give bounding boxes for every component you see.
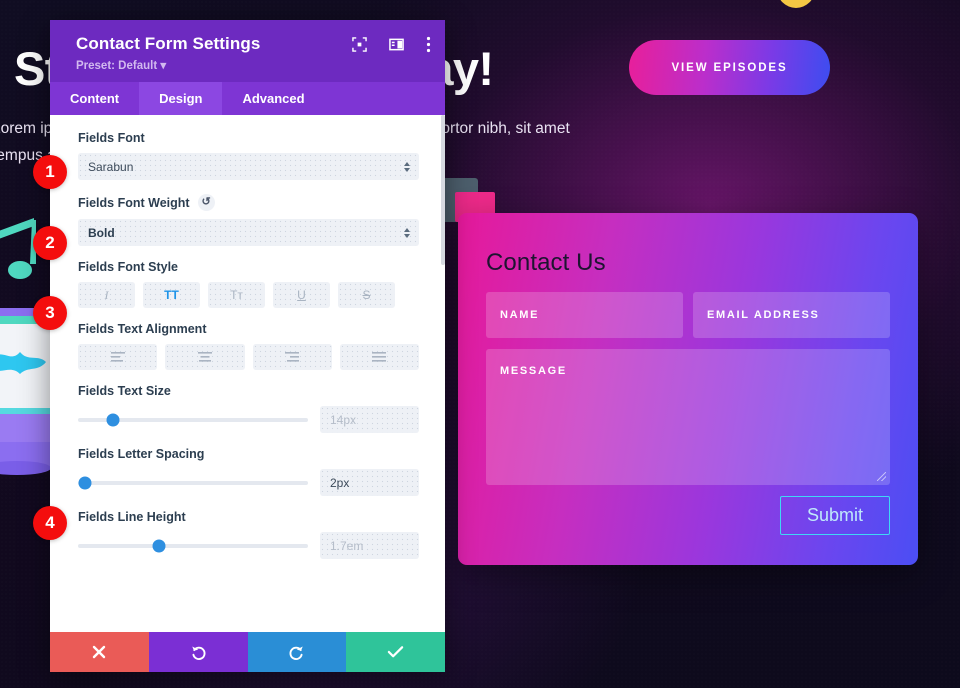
focus-icon[interactable]	[352, 37, 367, 52]
modal-preset-selector[interactable]: Preset: Default ▾	[76, 58, 429, 72]
font-style-smallcaps-button[interactable]: Tᴛ	[208, 282, 265, 308]
contact-message-placeholder: MESSAGE	[500, 365, 567, 377]
fields-font-group: Fields Font Sarabun	[78, 131, 419, 180]
fields-text-size-label: Fields Text Size	[78, 384, 171, 398]
contact-submit-button[interactable]: Submit	[779, 496, 890, 535]
undo-icon	[191, 645, 206, 660]
fields-font-select[interactable]: Sarabun	[78, 153, 419, 180]
fields-text-size-group: Fields Text Size 14px	[78, 384, 419, 433]
view-episodes-label: VIEW EPISODES	[671, 61, 788, 74]
font-style-underline-button[interactable]: U	[273, 282, 330, 308]
select-arrows-icon	[404, 227, 410, 238]
contact-card-title: Contact Us	[486, 249, 606, 276]
fields-font-weight-select[interactable]: Bold	[78, 219, 419, 246]
fields-letter-spacing-row: 2px	[78, 469, 419, 496]
align-justify-button[interactable]	[339, 344, 419, 370]
callout-badge-3: 3	[33, 296, 67, 330]
fields-letter-spacing-slider[interactable]	[78, 476, 308, 489]
slider-knob[interactable]	[78, 476, 92, 489]
fields-line-height-slider[interactable]	[78, 539, 308, 552]
align-right-icon	[285, 352, 300, 362]
fields-letter-spacing-group: Fields Letter Spacing 2px	[78, 447, 419, 496]
contact-fields-row: NAME EMAIL ADDRESS	[486, 292, 890, 338]
fields-letter-spacing-label: Fields Letter Spacing	[78, 447, 205, 461]
view-episodes-button[interactable]: VIEW EPISODES	[629, 40, 830, 95]
smallcaps-icon: Tᴛ	[230, 288, 243, 302]
fields-text-size-row: 14px	[78, 406, 419, 433]
contact-form-settings-modal: Contact Form Settings Preset: Default ▾	[50, 20, 445, 672]
contact-email-input[interactable]: EMAIL ADDRESS	[693, 292, 890, 338]
modal-header-icons	[352, 36, 431, 53]
font-style-uppercase-button[interactable]: TT	[143, 282, 200, 308]
tab-design[interactable]: Design	[139, 82, 223, 115]
contact-name-placeholder: NAME	[500, 309, 540, 321]
reset-icon[interactable]: ↺	[197, 194, 215, 211]
chevron-down-icon: ▾	[160, 60, 167, 72]
layout-panel-icon[interactable]	[389, 37, 404, 52]
fields-font-weight-label-text: Fields Font Weight	[78, 195, 190, 210]
close-icon	[93, 645, 106, 659]
callout-badge-2: 2	[33, 226, 67, 260]
modal-body: Fields Font Sarabun Fields Font Weight ↺…	[50, 115, 445, 632]
align-center-button[interactable]	[165, 344, 245, 370]
screen: Start Listening Today! Lorem ipsum dolor…	[0, 0, 960, 688]
slider-knob[interactable]	[106, 413, 119, 426]
fields-line-height-group: Fields Line Height 1.7em	[78, 510, 419, 559]
fields-font-style-label: Fields Font Style	[78, 260, 179, 274]
modal-scrollbar-thumb[interactable]	[441, 115, 445, 265]
fields-line-height-label: Fields Line Height	[78, 510, 186, 524]
align-right-button[interactable]	[252, 344, 332, 370]
tab-content[interactable]: Content	[50, 82, 139, 115]
font-style-strikethrough-button[interactable]: S	[338, 282, 395, 308]
fields-text-size-input[interactable]: 14px	[320, 406, 419, 433]
cancel-button[interactable]	[50, 632, 149, 672]
modal-footer	[50, 632, 445, 672]
align-left-icon	[110, 352, 125, 362]
italic-icon: I	[104, 287, 109, 302]
align-justify-icon	[372, 352, 387, 362]
fields-letter-spacing-input[interactable]: 2px	[320, 469, 419, 496]
modal-preset-label: Preset: Default	[76, 60, 158, 72]
callout-badge-4: 4	[33, 506, 67, 540]
redo-button[interactable]	[247, 632, 347, 672]
fields-font-style-buttons: I TT Tᴛ U S	[78, 282, 419, 308]
contact-name-input[interactable]: NAME	[486, 292, 683, 338]
fields-font-label: Fields Font	[78, 131, 145, 145]
fields-text-alignment-group: Fields Text Alignment	[78, 322, 419, 370]
fields-font-style-group: Fields Font Style I TT Tᴛ U S	[78, 260, 419, 308]
redo-icon	[289, 645, 304, 660]
fields-line-height-row: 1.7em	[78, 532, 419, 559]
save-button[interactable]	[346, 632, 445, 672]
contact-us-card: Contact Us NAME EMAIL ADDRESS MESSAGE Su…	[458, 213, 918, 565]
fields-text-alignment-buttons	[78, 344, 419, 370]
callout-badge-1: 1	[33, 155, 67, 189]
uppercase-icon: TT	[164, 288, 179, 302]
underline-icon: U	[297, 288, 306, 302]
fields-font-value: Sarabun	[88, 159, 134, 174]
modal-tabs: Content Design Advanced	[50, 82, 445, 115]
select-arrows-icon	[404, 161, 410, 172]
font-style-italic-button[interactable]: I	[78, 282, 135, 308]
modal-scrollbar-track[interactable]	[441, 115, 445, 632]
more-vertical-icon[interactable]	[426, 36, 431, 53]
check-icon	[387, 646, 404, 658]
fields-font-weight-label: Fields Font Weight ↺	[78, 194, 419, 211]
fields-text-alignment-label: Fields Text Alignment	[78, 322, 207, 336]
fields-text-size-slider[interactable]	[78, 413, 308, 426]
fields-font-weight-value: Bold	[88, 225, 115, 240]
align-center-icon	[197, 352, 212, 362]
strikethrough-icon: S	[362, 288, 371, 302]
tab-advanced[interactable]: Advanced	[222, 82, 324, 115]
fields-line-height-input[interactable]: 1.7em	[320, 532, 419, 559]
fields-font-weight-group: Fields Font Weight ↺ Bold	[78, 194, 419, 246]
undo-button[interactable]	[148, 632, 248, 672]
slider-knob[interactable]	[152, 539, 165, 552]
align-left-button[interactable]	[78, 344, 158, 370]
contact-submit-row: Submit	[486, 496, 890, 535]
contact-email-placeholder: EMAIL ADDRESS	[707, 309, 820, 321]
modal-header: Contact Form Settings Preset: Default ▾	[50, 20, 445, 82]
contact-message-textarea[interactable]: MESSAGE	[486, 349, 890, 485]
